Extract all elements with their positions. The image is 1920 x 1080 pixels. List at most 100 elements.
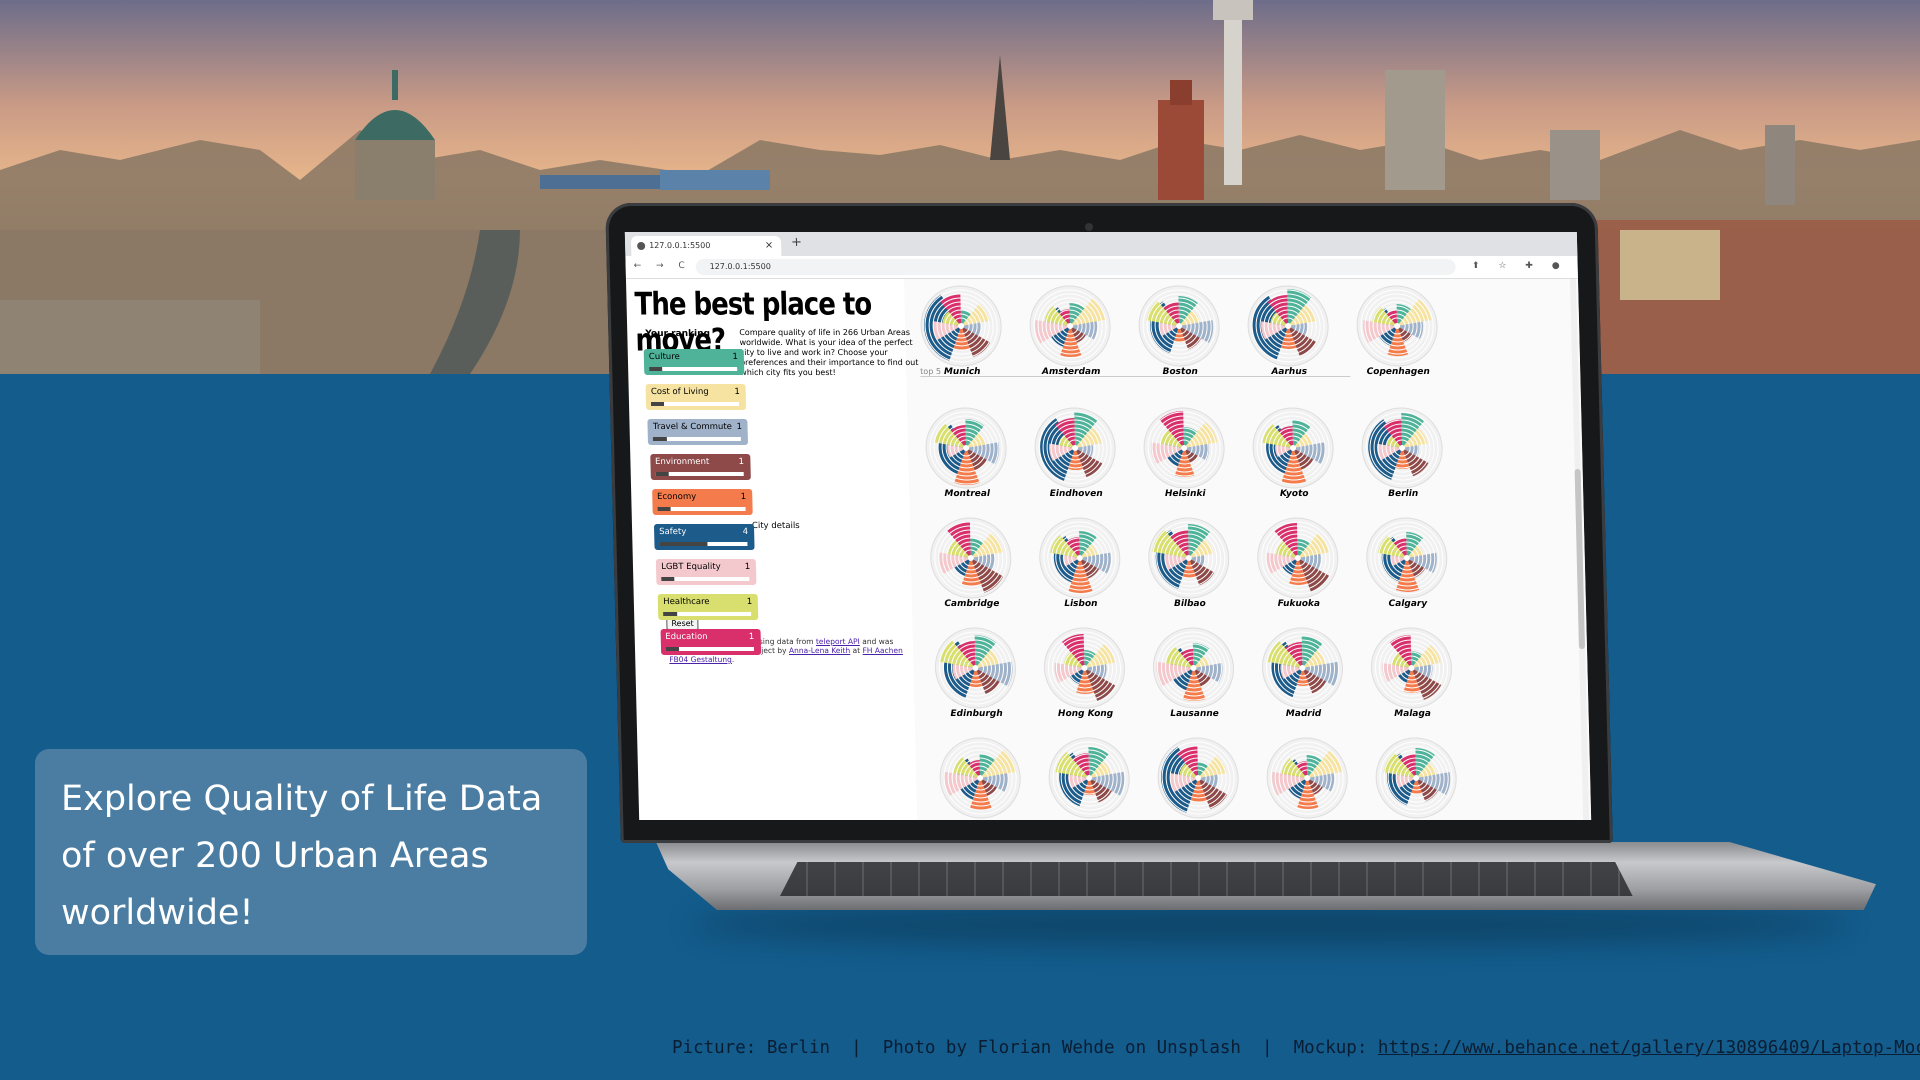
city-card[interactable]: Amsterdam [1021, 283, 1119, 377]
ranking-track[interactable] [653, 437, 742, 441]
footnote-end: . [731, 655, 735, 664]
browser-tab-bar: 127.0.0.1:5500 × + [624, 232, 1578, 256]
laptop-shadow [690, 905, 1850, 945]
ranking-label-text: Environment [654, 457, 710, 467]
ranking-slider-1[interactable]: Cost of Living 1 [645, 384, 747, 410]
new-tab-button[interactable]: + [791, 235, 802, 250]
photo-credit: Picture: Berlin | Photo by Florian Wehde… [672, 1038, 1920, 1058]
ranking-track[interactable] [665, 647, 754, 651]
teleport-api-link[interactable]: teleport API [816, 637, 860, 646]
top5-divider [920, 376, 1351, 377]
ranking-fill [665, 647, 679, 651]
ranking-slider-3[interactable]: Environment 1 [649, 454, 751, 480]
url-field[interactable]: 127.0.0.1:5500 [695, 259, 1456, 275]
city-radial-chart [1247, 285, 1329, 367]
ranking-fill [649, 367, 663, 371]
ranking-track[interactable] [659, 542, 748, 546]
ranking-value: 1 [736, 422, 743, 432]
top5-label: top 5 [920, 367, 942, 376]
globe-icon [637, 242, 646, 250]
city-card[interactable]: Copenhagen [1348, 283, 1446, 377]
city-radial-chart [1148, 517, 1230, 599]
ranking-slider-2[interactable]: Travel & Commute 1 [647, 419, 749, 445]
city-card[interactable]: Madrid [1253, 625, 1351, 719]
ranking-fill [659, 542, 708, 546]
city-card[interactable]: Berlin [1353, 405, 1451, 499]
ranking-slider-4[interactable]: Economy 1 [651, 489, 753, 515]
browser-toolbar-icons[interactable]: ⬆ ☆ ✚ ● [1472, 261, 1568, 271]
city-card[interactable] [1149, 735, 1247, 819]
nav-buttons[interactable]: ← → C [634, 261, 691, 271]
ranking-track[interactable] [663, 612, 752, 616]
ranking-value: 1 [734, 387, 741, 397]
ranking-label-text: Healthcare [663, 597, 710, 607]
city-card[interactable] [1367, 735, 1465, 819]
city-radial-chart [1034, 407, 1116, 489]
city-name: Madrid [1285, 709, 1322, 719]
ranking-track[interactable] [651, 402, 740, 406]
city-name: Hong Kong [1057, 709, 1114, 719]
browser-tab[interactable]: 127.0.0.1:5500 × [630, 236, 782, 256]
ranking-track[interactable] [661, 577, 750, 581]
city-card[interactable] [1040, 735, 1138, 819]
city-radial-chart [1266, 737, 1348, 819]
tab-title: 127.0.0.1:5500 [649, 241, 711, 250]
city-radial-chart [1261, 627, 1343, 709]
city-radial-chart [1370, 627, 1452, 709]
ranking-track[interactable] [655, 472, 744, 476]
city-card[interactable] [1258, 735, 1356, 819]
ranking-track[interactable] [649, 367, 738, 371]
city-card[interactable]: Calgary [1358, 515, 1456, 609]
ranking-value: 1 [740, 492, 747, 502]
city-radial-chart [1048, 737, 1130, 819]
caption-line-2: of over 200 Urban Areas [61, 836, 489, 876]
ranking-slider-6[interactable]: LGBT Equality 1 [655, 559, 757, 585]
city-card[interactable]: Kyoto [1244, 405, 1342, 499]
footnote-at: at [850, 646, 863, 655]
ranking-label-text: Culture [648, 352, 680, 362]
city-name: Helsinki [1164, 489, 1206, 499]
ranking-slider-5[interactable]: Safety 4 [653, 524, 755, 550]
city-card[interactable]: Hong Kong [1035, 625, 1133, 719]
city-card[interactable]: Lisbon [1031, 515, 1129, 609]
ranking-label-text: Travel & Commute [652, 422, 733, 432]
city-grid-panel: Munich Amsterdam Boston Aarhus Copenhagen Mon… [903, 279, 1592, 820]
ranking-track[interactable] [657, 507, 746, 511]
author-link[interactable]: Anna-Lena Keith [789, 646, 851, 655]
close-tab-icon[interactable]: × [765, 236, 774, 256]
city-name: Eindhoven [1049, 489, 1103, 499]
ranking-slider-7[interactable]: Healthcare 1 [658, 594, 759, 620]
app-content: Munich Amsterdam Boston Aarhus Copenhagen Mon… [626, 279, 1592, 820]
city-radial-chart [1138, 285, 1220, 367]
ranking-value: 1 [732, 352, 738, 362]
city-card[interactable]: Bilbao [1140, 515, 1238, 609]
laptop-keyboard [780, 862, 1633, 896]
city-name: Malaga [1394, 709, 1432, 719]
caption-line-3: worldwide! [61, 893, 254, 933]
city-radial-chart [1152, 627, 1234, 709]
city-card[interactable]: Fukuoka [1249, 515, 1347, 609]
ranking-value: 1 [748, 632, 755, 642]
city-card[interactable]: Malaga [1362, 625, 1460, 719]
city-name: Fukuoka [1277, 599, 1321, 609]
city-card[interactable]: Helsinki [1135, 405, 1233, 499]
ranking-slider-8[interactable]: Education 1 [660, 629, 761, 655]
city-name: Kyoto [1279, 489, 1309, 499]
ranking-value: 1 [744, 562, 751, 572]
city-card[interactable]: Aarhus [1239, 283, 1337, 377]
city-name: Lisbon [1064, 599, 1098, 609]
city-radial-chart [1375, 737, 1457, 819]
city-card[interactable]: Eindhoven [1026, 405, 1124, 499]
ranking-fill [663, 612, 677, 616]
caption-box: Explore Quality of Life Data of over 200… [35, 749, 587, 955]
browser-address-bar: ← → C 127.0.0.1:5500 ⬆ ☆ ✚ ● [625, 256, 1578, 279]
city-card[interactable]: Boston [1130, 283, 1228, 377]
city-radial-chart [1143, 407, 1225, 489]
mockup-link[interactable]: https://www.behance.net/gallery/13089640… [1378, 1038, 1920, 1058]
ranking-value: 1 [738, 457, 745, 467]
ranking-label-text: Cost of Living [650, 387, 709, 397]
city-radial-chart [1043, 627, 1125, 709]
city-card[interactable]: Lausanne [1144, 625, 1242, 719]
ranking-slider-0[interactable]: Culture 1 [643, 349, 745, 375]
laptop-screen: 127.0.0.1:5500 × + ← → C 127.0.0.1:5500 … [624, 232, 1592, 820]
